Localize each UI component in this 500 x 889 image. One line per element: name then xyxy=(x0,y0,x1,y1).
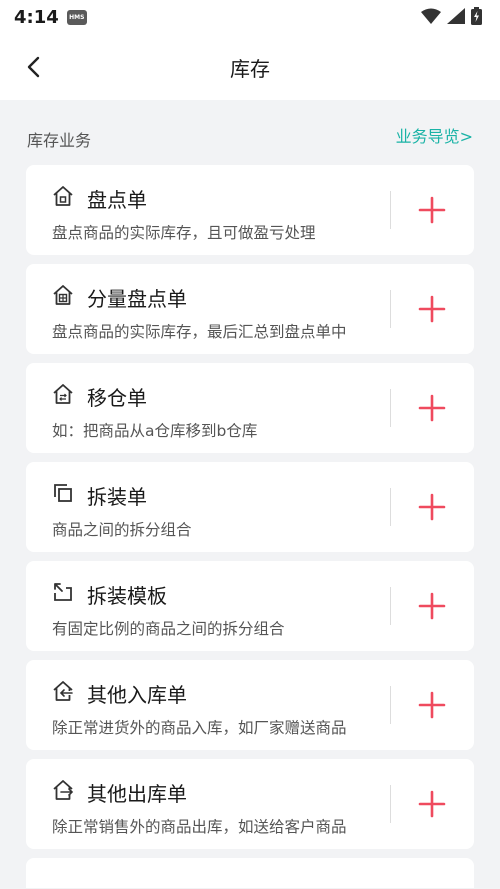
item-name: 移仓单 xyxy=(87,386,147,410)
plus-icon xyxy=(418,691,446,719)
item-desc: 有固定比例的商品之间的拆分组合 xyxy=(52,620,285,638)
house-icon xyxy=(53,186,73,206)
house-out-icon xyxy=(53,780,74,800)
item-name: 其他出库单 xyxy=(87,782,187,806)
add-other-outbound-button[interactable] xyxy=(406,781,458,827)
list-item-partial-stocktake[interactable]: 分量盘点单 盘点商品的实际库存，最后汇总到盘点单中 xyxy=(26,264,474,354)
divider xyxy=(390,191,391,229)
divider xyxy=(390,488,391,526)
app-header: 库存 xyxy=(0,34,500,100)
divider xyxy=(390,686,391,724)
divider xyxy=(390,389,391,427)
item-desc: 盘点商品的实际库存，最后汇总到盘点单中 xyxy=(52,323,347,341)
plus-icon xyxy=(418,394,446,422)
chevron-left-icon xyxy=(27,56,40,78)
status-time: 4:14 xyxy=(14,6,59,28)
hms-badge: HMS xyxy=(66,9,87,25)
list-item-stocktake[interactable]: 盘点单 盘点商品的实际库存，且可做盈亏处理 xyxy=(26,165,474,255)
add-partial-stocktake-button[interactable] xyxy=(406,286,458,332)
list-item-other-inbound[interactable]: 其他入库单 除正常进货外的商品入库，如厂家赠送商品 xyxy=(26,660,474,750)
item-name: 其他入库单 xyxy=(87,683,187,707)
section-header: 库存业务 业务导览> xyxy=(0,100,500,162)
section-label: 库存业务 xyxy=(27,131,92,150)
plus-icon xyxy=(418,295,446,323)
divider xyxy=(390,587,391,625)
business-list: 盘点单 盘点商品的实际库存，且可做盈亏处理 分量盘点单 盘点商品的实际库存，最后… xyxy=(0,162,500,888)
item-desc: 商品之间的拆分组合 xyxy=(52,521,192,539)
copy-squares-icon xyxy=(54,484,72,502)
add-stocktake-button[interactable] xyxy=(406,187,458,233)
divider xyxy=(390,290,391,328)
house-grid-icon xyxy=(53,285,73,305)
business-guide-link[interactable]: 业务导览> xyxy=(396,123,473,147)
item-desc: 盘点商品的实际库存，且可做盈亏处理 xyxy=(52,224,316,242)
plus-icon xyxy=(418,592,446,620)
divider xyxy=(390,785,391,823)
item-desc: 除正常进货外的商品入库，如厂家赠送商品 xyxy=(52,719,347,737)
status-bar: 4:14 HMS xyxy=(0,0,500,34)
list-item-other-outbound[interactable]: 其他出库单 除正常销售外的商品出库，如送给客户商品 xyxy=(26,759,474,849)
item-name: 盘点单 xyxy=(87,188,147,212)
back-button[interactable] xyxy=(22,56,44,78)
house-arrows-icon xyxy=(53,384,73,404)
list-item-assembly-template[interactable]: 拆装模板 有固定比例的商品之间的拆分组合 xyxy=(26,561,474,651)
page-title: 库存 xyxy=(230,56,270,81)
add-assembly-button[interactable] xyxy=(406,484,458,530)
status-icons xyxy=(421,7,482,25)
item-desc: 除正常销售外的商品出库，如送给客户商品 xyxy=(52,818,347,836)
corner-arrow-icon xyxy=(54,583,72,601)
plus-icon xyxy=(418,196,446,224)
add-other-inbound-button[interactable] xyxy=(406,682,458,728)
add-transfer-button[interactable] xyxy=(406,385,458,431)
item-name: 拆装单 xyxy=(87,485,147,509)
plus-icon xyxy=(418,790,446,818)
list-item-partial-cutoff[interactable] xyxy=(26,858,474,888)
wifi-icon xyxy=(421,8,441,24)
house-in-icon xyxy=(53,681,73,701)
item-name: 分量盘点单 xyxy=(87,287,187,311)
plus-icon xyxy=(418,493,446,521)
list-item-transfer[interactable]: 移仓单 如：把商品从a仓库移到b仓库 xyxy=(26,363,474,453)
add-assembly-template-button[interactable] xyxy=(406,583,458,629)
item-desc: 如：把商品从a仓库移到b仓库 xyxy=(52,422,258,440)
list-item-assembly[interactable]: 拆装单 商品之间的拆分组合 xyxy=(26,462,474,552)
item-name: 拆装模板 xyxy=(87,584,167,608)
signal-icon xyxy=(447,8,465,24)
battery-icon xyxy=(471,7,482,25)
